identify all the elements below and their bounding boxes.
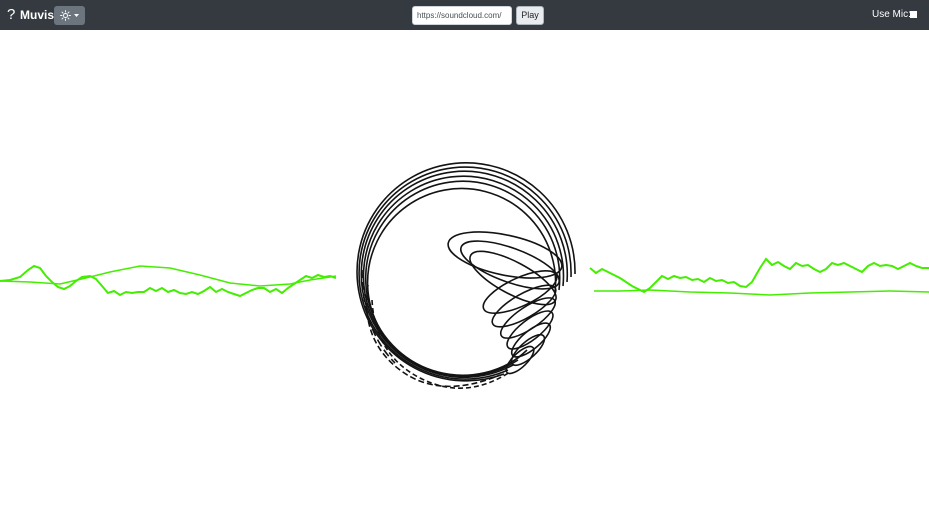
soundcloud-url-input[interactable] bbox=[412, 6, 512, 25]
use-mic-checkbox[interactable] bbox=[910, 11, 917, 18]
app-title: Muvis bbox=[20, 8, 55, 22]
theme-dropdown-button[interactable] bbox=[54, 6, 85, 25]
ring-visualizer bbox=[356, 162, 576, 389]
navbar: ? Muvis Play Use Mic: bbox=[0, 0, 929, 30]
play-button[interactable]: Play bbox=[516, 6, 544, 25]
right-waveform-line bbox=[589, 257, 929, 294]
audio-visualizer bbox=[0, 162, 929, 389]
use-mic-label: Use Mic: bbox=[872, 9, 911, 20]
caret-down-icon bbox=[74, 14, 79, 17]
left-waveform-smooth bbox=[0, 265, 337, 287]
help-icon[interactable]: ? bbox=[7, 6, 17, 24]
sun-icon bbox=[60, 10, 71, 21]
left-waveform-line bbox=[0, 264, 337, 298]
